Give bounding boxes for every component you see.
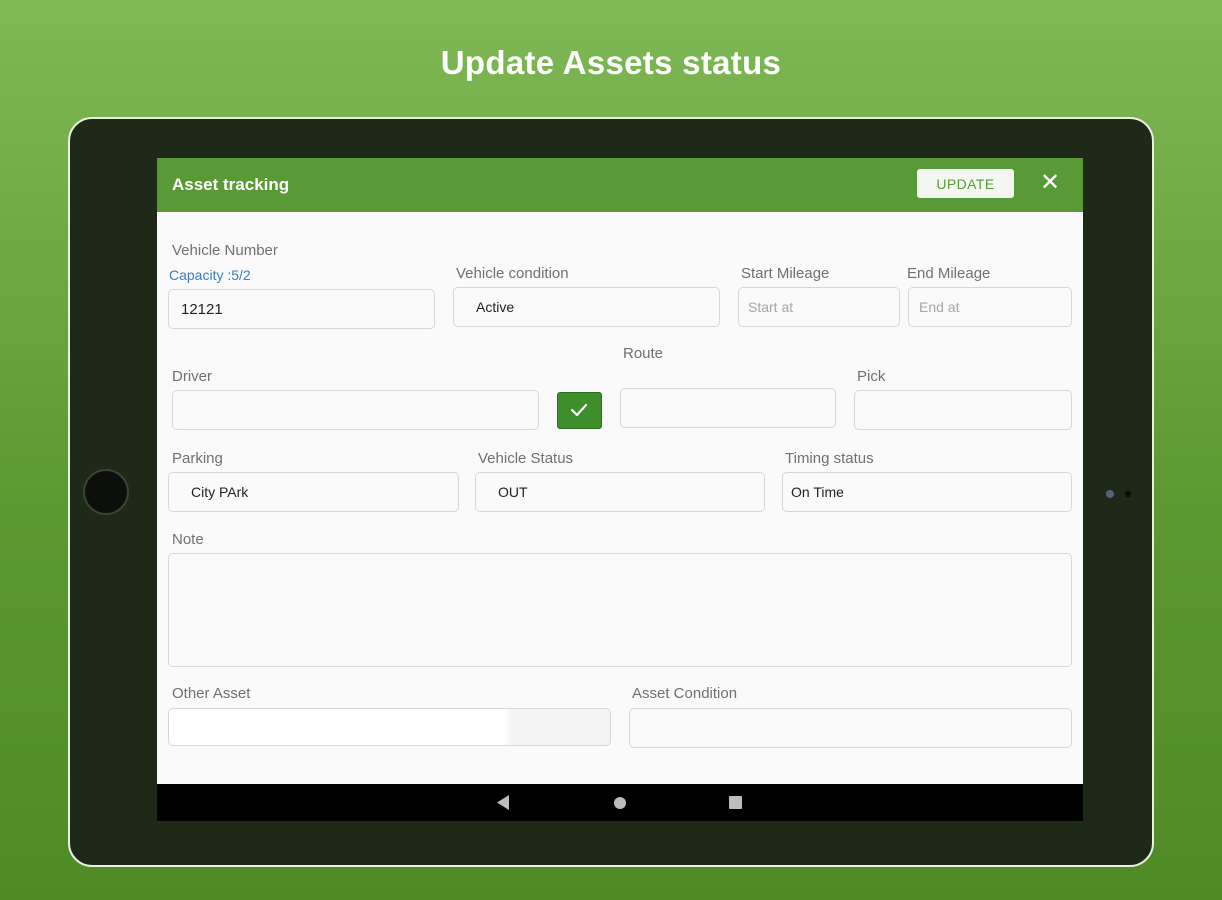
timing-status-label: Timing status (785, 450, 874, 467)
check-icon (570, 403, 588, 417)
vehicle-number-input[interactable]: 12121 (168, 289, 435, 329)
timing-status-select[interactable]: On Time (782, 472, 1072, 512)
back-triangle-icon[interactable] (495, 794, 511, 811)
other-asset-input[interactable] (168, 708, 611, 746)
camera-lens-icon (1106, 490, 1114, 498)
end-mileage-label: End Mileage (907, 265, 991, 282)
vehicle-status-label: Vehicle Status (478, 450, 574, 467)
parking-label: Parking (172, 450, 223, 467)
tablet-home-button (83, 469, 129, 515)
pick-input[interactable] (854, 390, 1072, 430)
capacity-link[interactable]: Capacity :5/2 (169, 267, 251, 283)
pick-label: Pick (857, 368, 886, 385)
parking-select[interactable]: City PArk (168, 472, 459, 512)
asset-condition-input[interactable] (629, 708, 1072, 748)
sensor-dot-icon (1125, 491, 1131, 497)
recent-square-icon[interactable] (729, 796, 742, 809)
headline: Update Assets status (440, 44, 782, 81)
android-nav-bar (157, 784, 1083, 821)
driver-label: Driver (172, 368, 212, 385)
asset-form: Vehicle Number Capacity :5/2 12121 Vehic… (157, 212, 1083, 784)
note-label: Note (172, 531, 204, 548)
driver-input[interactable] (172, 390, 539, 430)
vehicle-condition-label: Vehicle condition (456, 265, 569, 282)
start-mileage-label: Start Mileage (741, 265, 830, 282)
vehicle-status-select[interactable]: OUT (475, 472, 765, 512)
vehicle-condition-select[interactable]: Active (453, 287, 720, 327)
vehicle-number-label: Vehicle Number (172, 242, 278, 259)
asset-condition-label: Asset Condition (632, 685, 738, 702)
app-screen: Asset tracking UPDATE ✕ Vehicle Number C… (157, 158, 1083, 821)
note-textarea[interactable] (168, 553, 1072, 667)
end-mileage-input[interactable]: End at (908, 287, 1072, 327)
confirm-button[interactable] (557, 392, 602, 429)
app-bar: Asset tracking UPDATE ✕ (157, 158, 1083, 212)
other-asset-label: Other Asset (172, 685, 251, 702)
start-mileage-input[interactable]: Start at (738, 287, 900, 327)
home-circle-icon[interactable] (614, 797, 626, 809)
update-button[interactable]: UPDATE (917, 169, 1014, 198)
app-bar-title: Asset tracking (172, 175, 290, 194)
close-icon[interactable]: ✕ (1037, 170, 1063, 196)
route-label: Route (623, 345, 664, 362)
route-input[interactable] (620, 388, 836, 428)
